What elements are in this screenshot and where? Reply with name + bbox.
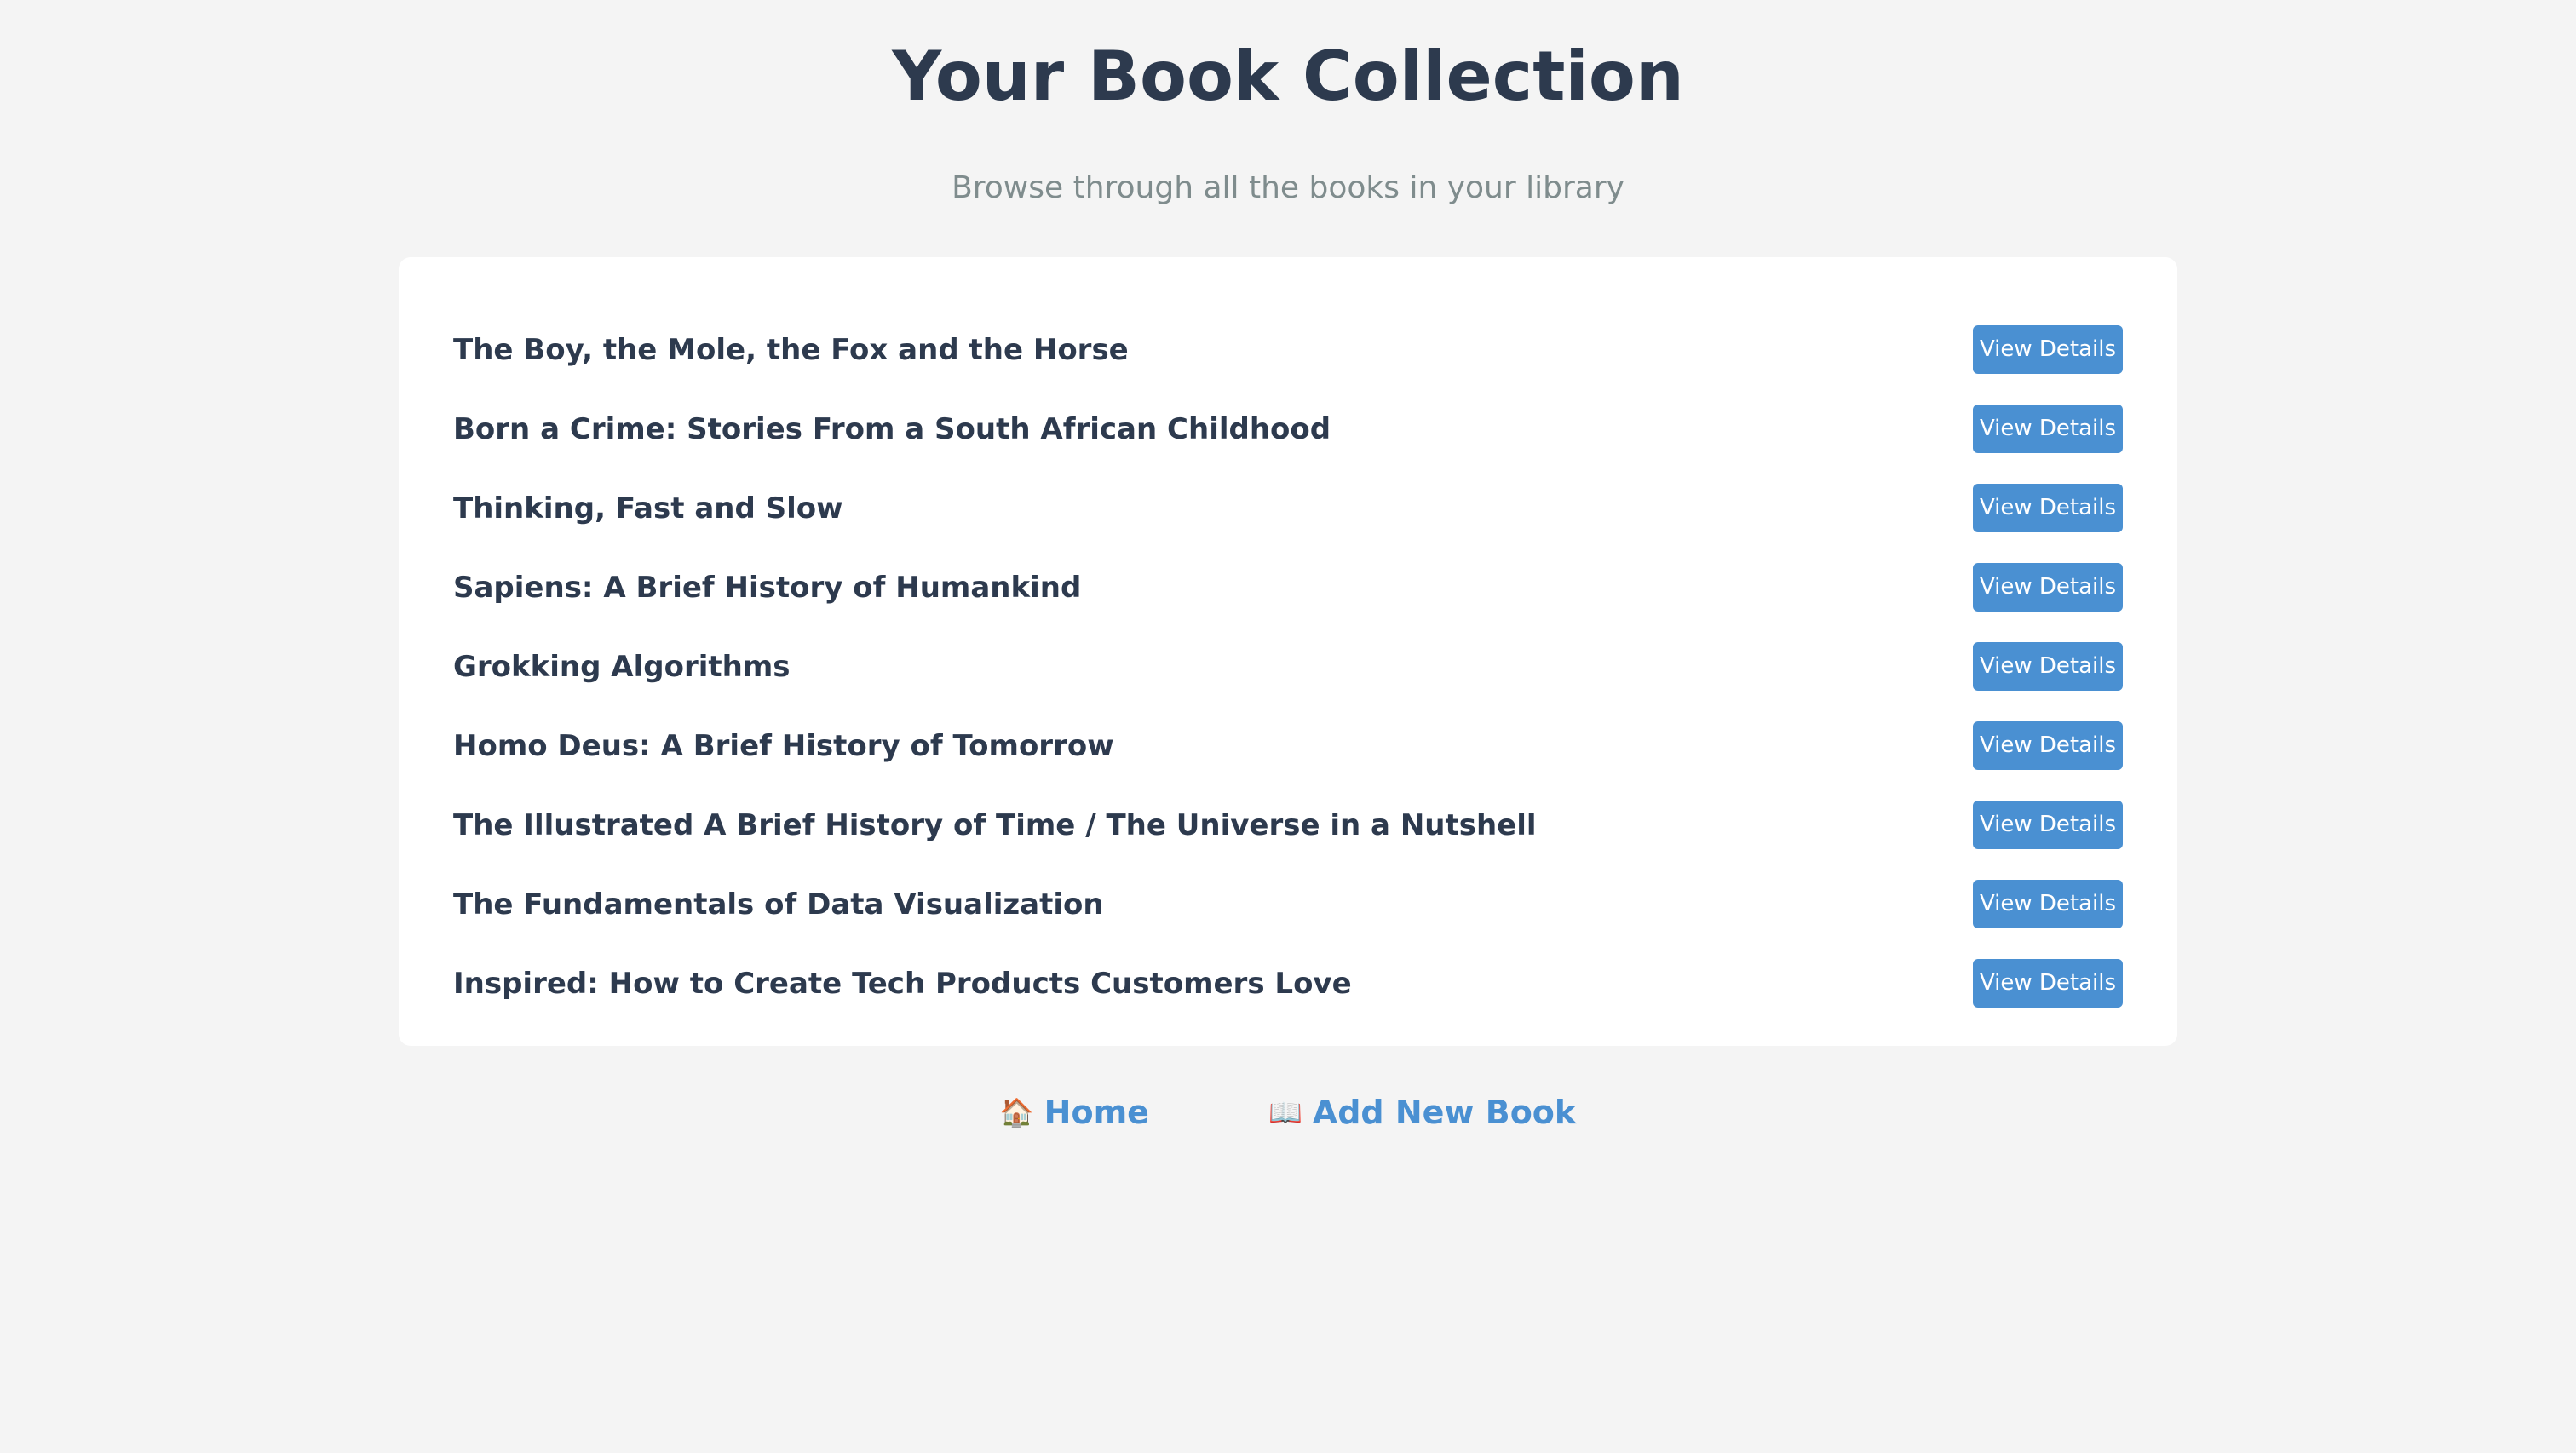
book-title: Grokking Algorithms <box>453 649 791 684</box>
page-title: Your Book Collection <box>892 37 1684 116</box>
home-link[interactable]: 🏠 Home <box>1000 1088 1149 1136</box>
book-list-card: The Boy, the Mole, the Fox and the Horse… <box>399 257 2177 1046</box>
book-row: Inspired: How to Create Tech Products Cu… <box>453 944 2123 1023</box>
book-list: The Boy, the Mole, the Fox and the Horse… <box>453 310 2123 1023</box>
book-title: Homo Deus: A Brief History of Tomorrow <box>453 728 1114 763</box>
book-row: Homo Deus: A Brief History of Tomorrow V… <box>453 706 2123 785</box>
book-title: Inspired: How to Create Tech Products Cu… <box>453 966 1352 1001</box>
book-row: Born a Crime: Stories From a South Afric… <box>453 389 2123 468</box>
house-icon: 🏠 <box>999 1096 1034 1129</box>
add-new-book-link[interactable]: 📖 Add New Book <box>1268 1088 1576 1136</box>
book-title: The Boy, the Mole, the Fox and the Horse <box>453 332 1129 367</box>
view-details-button[interactable]: View Details <box>1973 325 2123 374</box>
book-title: The Fundamentals of Data Visualization <box>453 887 1104 922</box>
book-row: Thinking, Fast and Slow View Details <box>453 468 2123 548</box>
home-link-label: Home <box>1044 1094 1149 1131</box>
view-details-button[interactable]: View Details <box>1973 959 2123 1008</box>
book-title: Sapiens: A Brief History of Humankind <box>453 570 1082 605</box>
page: Your Book Collection Browse through all … <box>0 0 2576 1453</box>
book-title: Born a Crime: Stories From a South Afric… <box>453 411 1331 446</box>
book-title: Thinking, Fast and Slow <box>453 491 843 525</box>
book-title: The Illustrated A Brief History of Time … <box>453 807 1537 842</box>
book-row: The Illustrated A Brief History of Time … <box>453 785 2123 864</box>
footer-nav: 🏠 Home 📖 Add New Book <box>0 1088 2576 1136</box>
view-details-button[interactable]: View Details <box>1973 563 2123 612</box>
book-row: Grokking Algorithms View Details <box>453 627 2123 706</box>
add-new-book-label: Add New Book <box>1312 1094 1577 1131</box>
view-details-button[interactable]: View Details <box>1973 880 2123 928</box>
page-subtitle: Browse through all the books in your lib… <box>952 170 1624 205</box>
open-book-icon: 📖 <box>1268 1096 1302 1129</box>
book-row: Sapiens: A Brief History of Humankind Vi… <box>453 548 2123 627</box>
view-details-button[interactable]: View Details <box>1973 721 2123 770</box>
view-details-button[interactable]: View Details <box>1973 642 2123 691</box>
view-details-button[interactable]: View Details <box>1973 801 2123 849</box>
view-details-button[interactable]: View Details <box>1973 405 2123 453</box>
view-details-button[interactable]: View Details <box>1973 484 2123 532</box>
book-row: The Fundamentals of Data Visualization V… <box>453 864 2123 944</box>
book-row: The Boy, the Mole, the Fox and the Horse… <box>453 310 2123 389</box>
